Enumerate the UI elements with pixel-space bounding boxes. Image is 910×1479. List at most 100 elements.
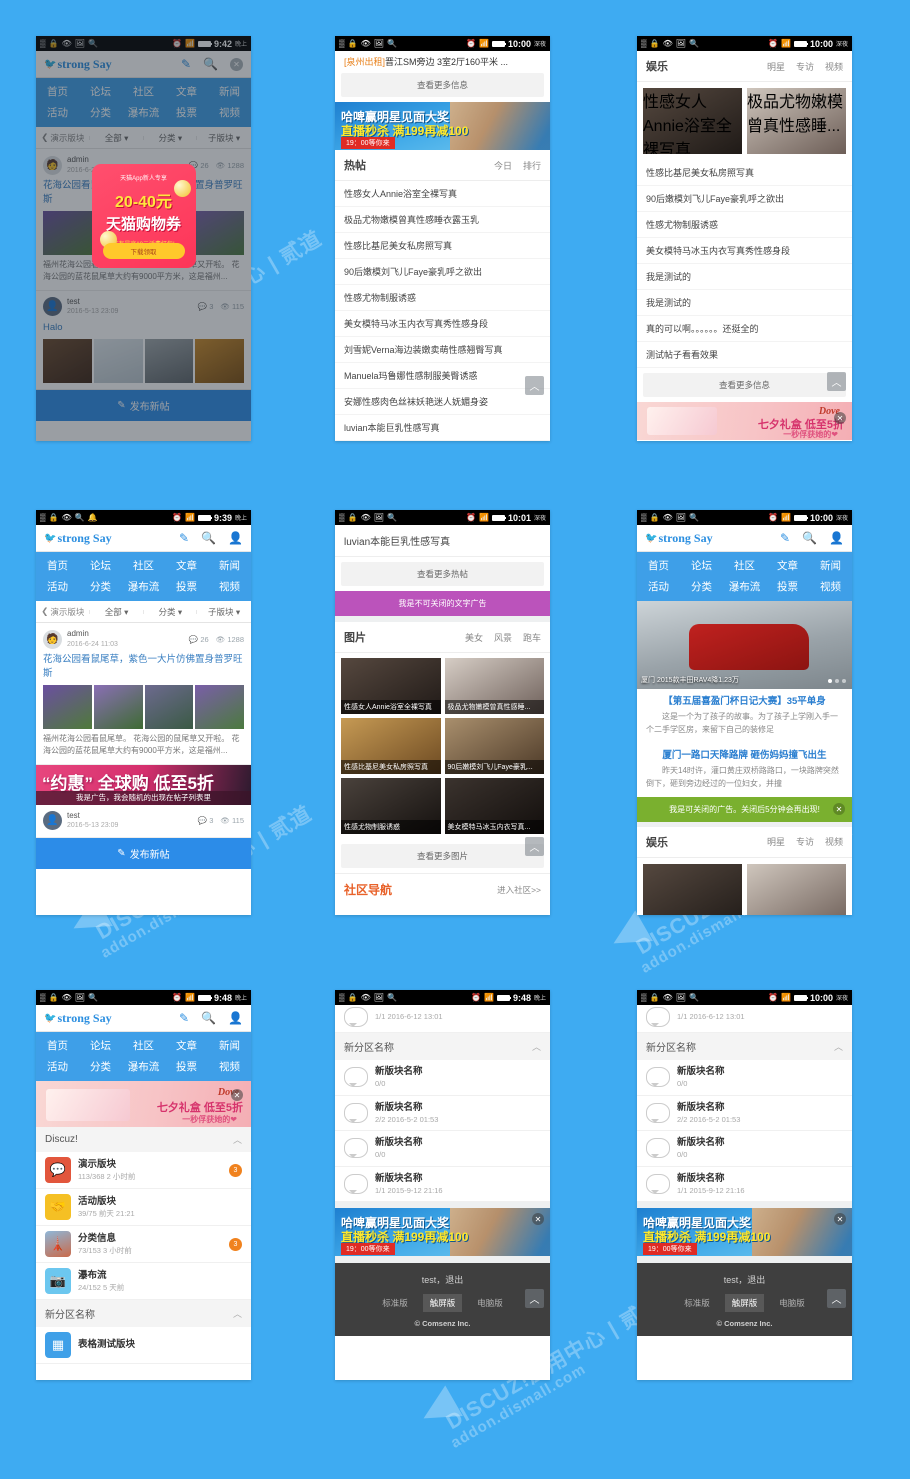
forum-group-header[interactable]: 新分区名称 ︿ [335,1033,550,1060]
footer-tab-standard[interactable]: 标准版 [375,1294,415,1312]
forum-row[interactable]: 新版块名称 0/0 [335,1060,550,1096]
gallery-item[interactable]: 90后嫩模刘飞儿Faye豪乳... [444,718,544,774]
tab-sportscar[interactable]: 跑车 [523,631,541,644]
more-pictures-button[interactable]: 查看更多图片 [341,844,544,868]
user-icon[interactable]: 👤 [228,1011,243,1025]
filter-back[interactable]: ❮ 演示版块 [36,606,90,618]
tab-beauty[interactable]: 美女 [465,631,483,644]
tab-scenery[interactable]: 风景 [494,631,512,644]
nav-item-forum[interactable]: 论坛 [79,1035,122,1056]
list-item[interactable]: 真的可以啊。。。。。。还挺全的 [637,316,852,342]
ad-closable-banner[interactable]: 我是可关闭的广告。关闭后5分钟会再出现! ✕ [637,796,852,822]
nav-item-article[interactable]: 文章 [165,1035,208,1056]
forum-row[interactable]: 新版块名称 1/1 2015-9-12 21:16 [637,1166,852,1203]
back-to-top-button[interactable]: ︿ [827,1289,846,1309]
tab-video[interactable]: 视频 [825,835,843,848]
photo-card[interactable] [643,863,742,915]
forum-row[interactable]: 新版块名称 0/0 [637,1131,852,1167]
back-to-top-button[interactable]: ︿ [827,372,846,391]
list-item[interactable]: 性感女人Annie浴室全裸写真 [335,181,550,207]
footer-tab-touch[interactable]: 触屏版 [422,1294,463,1313]
list-item[interactable]: 90后嫩模刘飞儿Faye豪乳呼之欲出 [335,259,550,285]
gallery-item[interactable]: 性感比基尼美女私房照写真 [341,718,441,774]
list-item[interactable]: 性感比基尼美女私房照写真 [637,160,852,186]
chevron-up-icon[interactable]: ︿ [532,1040,541,1053]
tab-today[interactable]: 今日 [494,159,512,172]
forum-row-partial[interactable]: 1/1 2016-6-12 13:01 [637,1005,852,1033]
compose-icon[interactable]: ✎ [780,531,790,545]
photo-card[interactable]: 极品尤物嫩模曾真性感睡... [747,88,846,154]
app-logo[interactable]: 🐦 strong Say [44,1011,112,1026]
list-item[interactable]: 测试帖子看看效果 [637,342,852,368]
list-item[interactable]: 安娜性感肉色丝袜妖艳迷人妩媚身姿 [335,389,550,415]
back-to-top-button[interactable]: ︿ [525,376,544,395]
ad-beer-banner[interactable]: 哈啤赢明星见面大奖 直播秒杀 满199再减100 19：00等你来 ✕ [335,1208,550,1257]
article-title[interactable]: 厦门一路口天降路牌 砸伤妈妈撞飞出生 [646,749,843,763]
app-logo[interactable]: 🐦 strong Say [645,531,713,546]
footer-username[interactable]: test [422,1275,437,1285]
photo-card[interactable] [747,863,846,915]
article-item[interactable]: 【第五届喜盈门杯日记大赛】35平单身 这是一个为了孩子的故事。为了孩子上学刚入手… [637,689,852,743]
ad-beer-banner[interactable]: 哈啤赢明星见面大奖 直播秒杀 满199再减100 19：00等你来 [335,102,550,150]
nav-item-news[interactable]: 新闻 [809,555,852,576]
list-item[interactable]: 性感比基尼美女私房照写真 [335,233,550,259]
carousel-dot[interactable] [828,679,832,683]
nav-item-waterfall[interactable]: 瀑布流 [723,576,766,597]
list-item[interactable]: 美女模特马冰玉内衣写真秀性感身段 [637,238,852,264]
footer-tab-standard[interactable]: 标准版 [677,1294,717,1312]
user-icon[interactable]: 👤 [228,531,243,545]
nav-item-activity[interactable]: 活动 [36,576,79,597]
forum-row[interactable]: 📷 瀑布流 24/152 5 天前 [36,1263,251,1300]
list-item[interactable]: 性感尤物制服诱惑 [637,212,852,238]
more-info-button[interactable]: 查看更多信息 [643,373,846,397]
list-item[interactable]: Manuela玛鲁娜性感制服美臀诱惑 [335,363,550,389]
nav-item-community[interactable]: 社区 [122,1035,165,1056]
thumbnail[interactable] [43,684,92,729]
compose-icon[interactable]: ✎ [179,1011,189,1025]
gallery-item[interactable]: 极品尤物嫩模曾真性感睡... [444,658,544,714]
forum-row[interactable]: 新版块名称 1/1 2015-9-12 21:16 [335,1166,550,1203]
nav-item-article[interactable]: 文章 [766,555,809,576]
nav-item-home[interactable]: 首页 [637,555,680,576]
article-title[interactable]: 【第五届喜盈门杯日记大赛】35平单身 [646,695,843,709]
forum-row[interactable]: 新版块名称 0/0 [637,1060,852,1096]
nav-item-vote[interactable]: 投票 [165,576,208,597]
tab-interview[interactable]: 专访 [796,60,814,73]
tab-interview[interactable]: 专访 [796,835,814,848]
nav-item-article[interactable]: 文章 [165,555,208,576]
enter-community-link[interactable]: 进入社区>> [497,884,541,896]
footer-tab-desktop[interactable]: 电脑版 [470,1294,510,1312]
filter-category[interactable]: 分类 ▾ [144,606,198,618]
filter-subforum[interactable]: 子版块 ▾ [197,606,251,618]
close-icon[interactable]: ✕ [833,803,845,816]
forum-row[interactable]: ▦ 表格测试版块 [36,1327,251,1364]
photo-card[interactable]: 性感女人Annie浴室全裸写真 [643,88,742,154]
ad-yuehui-banner[interactable]: “约惠” 全球购 低至5折 我是广告，我会随机的出现在帖子列表里 [36,764,251,805]
nav-item-news[interactable]: 新闻 [208,555,251,576]
filter-all[interactable]: 全部 ▾ [90,606,144,618]
post-new-thread-button[interactable]: ✎ 发布新帖 [36,837,251,869]
gallery-item[interactable]: 美女模特马冰玉内衣写真... [444,778,544,834]
list-item[interactable]: luvian本能巨乳性感写真 [335,415,550,441]
nav-item-category[interactable]: 分类 [680,576,723,597]
app-logo[interactable]: 🐦 strong Say [44,531,112,546]
nav-item-forum[interactable]: 论坛 [680,555,723,576]
nav-item-activity[interactable]: 活动 [36,1056,79,1077]
nav-item-waterfall[interactable]: 瀑布流 [122,576,165,597]
clipped-listing[interactable]: [泉州出租]晋江SM旁边 3室2厅160平米 ... [335,51,550,68]
search-icon[interactable]: 🔍 [201,531,216,545]
list-item[interactable]: 美女模特马冰玉内衣写真秀性感身段 [335,311,550,337]
nav-item-forum[interactable]: 论坛 [79,555,122,576]
forum-row[interactable]: 新版块名称 0/0 [335,1131,550,1167]
carousel-dots[interactable] [828,679,846,683]
forum-row[interactable]: 新版块名称 2/2 2016-5-2 01:53 [637,1095,852,1132]
thread-title[interactable]: 花海公园看鼠尾草，紫色一大片仿佛置身普罗旺斯 [43,653,244,681]
tab-star[interactable]: 明星 [767,60,785,73]
forum-group-header[interactable]: Discuz! ︿ [36,1127,251,1152]
nav-item-category[interactable]: 分类 [79,576,122,597]
ad-beer-banner[interactable]: 哈啤赢明星见面大奖 直播秒杀 满199再减100 19：00等你来 ✕ [637,1208,852,1257]
footer-tab-desktop[interactable]: 电脑版 [772,1294,812,1312]
thumbnail[interactable] [195,684,244,729]
footer-tab-touch[interactable]: 触屏版 [724,1294,765,1313]
gallery-item[interactable]: 性感尤物制服诱惑 [341,778,441,834]
